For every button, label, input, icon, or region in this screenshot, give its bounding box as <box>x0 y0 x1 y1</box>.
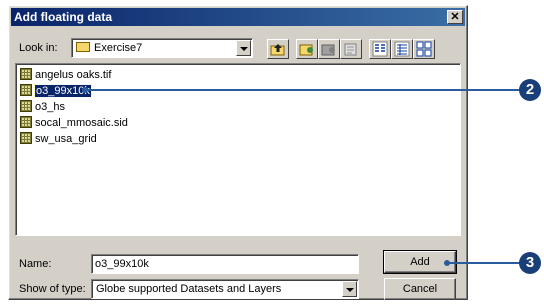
connect-folder-button[interactable] <box>296 39 318 59</box>
list-view-icon <box>372 41 388 57</box>
callout-2-badge: 2 <box>519 79 541 101</box>
up-one-level-button[interactable] <box>267 39 289 59</box>
details-view-icon <box>394 41 410 57</box>
close-button[interactable]: ✕ <box>447 10 463 24</box>
list-item[interactable]: sw_usa_grid <box>20 131 97 147</box>
list-item[interactable]: angelus oaks.tif <box>20 67 111 83</box>
disconnect-folder-button[interactable] <box>318 39 340 59</box>
file-name: angelus oaks.tif <box>35 69 112 81</box>
raster-dataset-icon <box>20 84 32 96</box>
close-icon: ✕ <box>450 11 460 23</box>
up-one-level-icon <box>270 44 285 56</box>
callout-3-line <box>448 262 522 264</box>
name-label: Name: <box>19 258 52 270</box>
connect-folder-icon <box>299 44 313 56</box>
title-bar: Add floating data ✕ <box>11 8 465 26</box>
disconnect-folder-icon <box>321 44 335 56</box>
list-view-button[interactable] <box>369 39 391 59</box>
callout-2-line <box>86 89 522 91</box>
look-in-dropdown[interactable]: Exercise7 <box>71 38 253 58</box>
name-input[interactable]: o3_99x10k <box>91 254 359 274</box>
look-in-value: Exercise7 <box>94 42 143 54</box>
show-of-type-label: Show of type: <box>19 283 86 295</box>
list-item[interactable]: o3_hs <box>20 99 65 115</box>
raster-dataset-icon <box>20 100 32 112</box>
raster-dataset-icon <box>20 116 32 128</box>
show-of-type-value: Globe supported Datasets and Layers <box>96 283 282 295</box>
folder-icon <box>76 42 90 52</box>
file-name: sw_usa_grid <box>35 133 97 145</box>
name-input-value: o3_99x10k <box>95 258 149 270</box>
chevron-down-icon[interactable] <box>342 281 357 297</box>
new-folder-button[interactable] <box>340 39 362 59</box>
thumbnail-view-icon <box>416 41 432 57</box>
file-name: o3_hs <box>35 101 65 113</box>
cancel-button[interactable]: Cancel <box>384 278 456 300</box>
thumbnail-view-button[interactable] <box>413 39 435 59</box>
callout-3-badge: 3 <box>519 252 541 274</box>
show-of-type-dropdown[interactable]: Globe supported Datasets and Layers <box>91 279 359 299</box>
raster-dataset-icon <box>20 132 32 144</box>
list-item-selected[interactable]: o3_99x10k <box>20 83 92 99</box>
new-folder-icon <box>344 43 357 56</box>
list-item[interactable]: socal_mmosaic.sid <box>20 115 128 131</box>
dialog-title: Add floating data <box>14 10 112 24</box>
details-view-button[interactable] <box>391 39 413 59</box>
raster-dataset-icon <box>20 68 32 80</box>
chevron-down-icon[interactable] <box>236 40 251 56</box>
file-name: socal_mmosaic.sid <box>35 117 128 129</box>
add-floating-data-dialog: Add floating data ✕ Look in: Exercise7 a… <box>8 5 468 300</box>
look-in-label: Look in: <box>19 42 58 54</box>
